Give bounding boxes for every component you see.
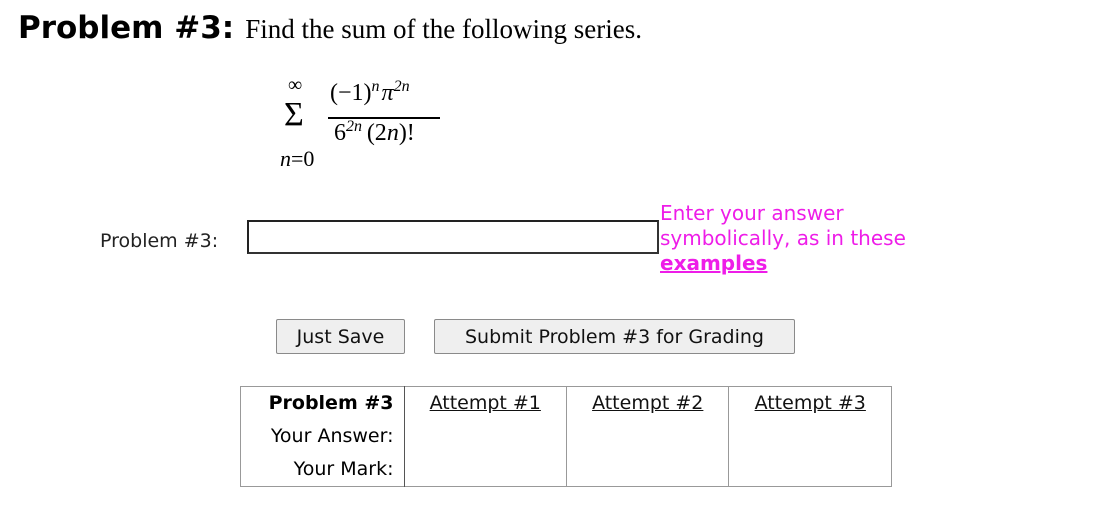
formula-denominator: 62n (2n)! [334,118,415,147]
attempt-1-header: Attempt #1 [404,386,567,420]
attempt-2-link[interactable]: Attempt #2 [592,392,703,414]
submit-for-grading-button[interactable]: Submit Problem #3 for Grading [434,319,795,354]
lower-eq: =0 [291,146,315,171]
attempt-2-header: Attempt #2 [566,386,730,420]
attempt-2-answer [566,420,730,453]
examples-link[interactable]: examples [660,251,767,275]
row-label-your-mark: Your Mark: [240,453,405,487]
denom-exp: 2n [346,118,362,135]
attempts-table: Problem #3 Attempt #1 Attempt #2 Attempt… [240,386,892,487]
attempt-3-mark [729,453,892,487]
table-row: Problem #3 Attempt #1 Attempt #2 Attempt… [240,386,892,421]
sum-lower-limit: n=0 [280,146,314,172]
attempt-3-link[interactable]: Attempt #3 [755,392,866,414]
just-save-button[interactable]: Just Save [276,319,405,354]
attempt-3-header: Attempt #3 [729,387,892,421]
answer-label: Problem #3: [100,230,219,252]
denom-paren-open: (2 [366,120,387,146]
numer-exp: n [371,78,380,95]
problem-statement: Find the sum of the following series. [245,14,642,44]
attempt-2-mark [566,453,730,487]
hint-line-2: symbolically, as in these [660,226,906,250]
hint-line-1: Enter your answer [660,201,844,225]
table-row: Your Answer: [240,420,892,453]
answer-input[interactable] [247,220,659,254]
formula-numerator: (−1)n π2n [330,78,410,107]
lower-var: n [280,146,291,171]
fraction-bar [328,117,440,119]
table-row: Your Mark: [240,453,892,487]
sum-upper-limit: ∞ [288,74,303,96]
numer-base: (−1) [330,80,372,106]
denom-paren-close: )! [398,120,415,146]
attempt-1-mark [404,453,567,487]
denom-var: n [386,120,399,146]
numer-pi-exp: 2n [393,78,410,95]
table-header-problem: Problem #3 [240,386,405,420]
problem-header: Problem #3: Find the sum of the followin… [18,10,642,46]
answer-hint: Enter your answer symbolically, as in th… [660,201,940,276]
numer-pi: π [381,80,394,106]
denom-base: 6 [334,120,346,146]
row-label-your-answer: Your Answer: [240,420,405,453]
attempt-1-link[interactable]: Attempt #1 [430,392,541,414]
problem-label: Problem #3: [18,10,235,46]
series-formula: ∞ Σ n=0 (−1)n π2n 62n (2n)! [274,74,474,180]
sigma-symbol: Σ [284,96,304,133]
attempt-1-answer [404,420,567,453]
attempt-3-answer [729,420,892,453]
